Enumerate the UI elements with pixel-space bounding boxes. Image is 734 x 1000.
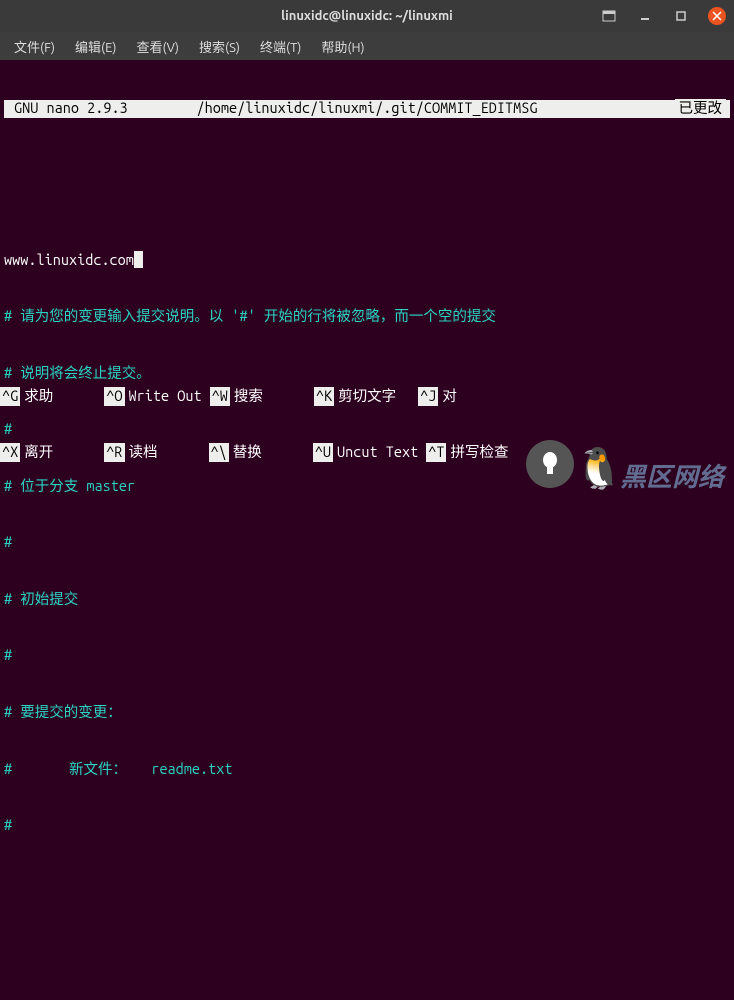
shortcut-key: ^U (313, 443, 333, 462)
editor-content[interactable]: www.linuxidc.com # 请为您的变更输入提交说明。以 '#' 开始… (4, 157, 730, 872)
nano-header-bar: GNU nano 2.9.3 /home/linuxidc/linuxmi/.g… (4, 100, 730, 118)
comment-line: # (4, 646, 730, 665)
comment-line: # 请为您的变更输入提交说明。以 '#' 开始的行将被忽略，而一个空的提交 (4, 307, 730, 326)
shortcut-key: ^X (0, 443, 20, 462)
shortcut-key: ^G (0, 387, 20, 406)
text-cursor (134, 251, 143, 268)
window-titlebar: linuxidc@linuxidc: ~/linuxmi (0, 0, 734, 32)
shortcut-label: 拼写检查 (450, 443, 522, 462)
minimize-button[interactable] (636, 7, 654, 25)
window-title: linuxidc@linuxidc: ~/linuxmi (281, 9, 453, 23)
menu-terminal[interactable]: 终端(T) (252, 35, 309, 58)
watermark-text: 黑区网络 (620, 457, 724, 494)
shortcut-label: 对 (442, 387, 514, 406)
menu-view[interactable]: 查看(V) (129, 35, 187, 58)
new-window-icon[interactable] (600, 7, 618, 25)
terminal-area[interactable]: GNU nano 2.9.3 /home/linuxidc/linuxmi/.g… (0, 60, 734, 500)
nano-filepath: /home/linuxidc/linuxmi/.git/COMMIT_EDITM… (196, 99, 537, 118)
comment-line: # 新文件： readme.txt (4, 760, 730, 779)
comment-line: # (4, 816, 730, 835)
shortcut-label: 读档 (129, 443, 201, 462)
penguin-icon: 🐧 (574, 445, 624, 492)
shortcut-key: ^R (104, 443, 124, 462)
menu-search[interactable]: 搜索(S) (191, 35, 248, 58)
comment-line: # 初始提交 (4, 590, 730, 609)
shortcut-key: ^\ (209, 443, 229, 462)
nano-version: GNU nano 2.9.3 (14, 99, 128, 118)
shortcut-label: 替换 (233, 443, 305, 462)
shortcut-label: 离开 (24, 443, 96, 462)
comment-line: # 要提交的变更： (4, 703, 730, 722)
commit-message-line: www.linuxidc.com (4, 251, 134, 268)
shortcut-key: ^K (314, 387, 334, 406)
menubar: 文件(F) 编辑(E) 查看(V) 搜索(S) 终端(T) 帮助(H) (0, 32, 734, 60)
shortcut-label: Uncut Text (337, 443, 418, 462)
comment-line: # (4, 533, 730, 552)
shortcut-label: 剪切文字 (338, 387, 410, 406)
shortcut-label: 求助 (24, 387, 96, 406)
window-controls (600, 7, 726, 25)
shortcut-label: Write Out (129, 387, 202, 406)
maximize-button[interactable] (672, 7, 690, 25)
menu-edit[interactable]: 编辑(E) (67, 35, 124, 58)
nano-modified: 已更改 (675, 99, 727, 118)
shortcut-key: ^T (426, 443, 446, 462)
shortcut-key: ^O (104, 387, 124, 406)
watermark-logo-icon (526, 440, 574, 488)
menu-help[interactable]: 帮助(H) (313, 35, 372, 58)
menu-file[interactable]: 文件(F) (6, 35, 63, 58)
shortcut-key: ^J (418, 387, 438, 406)
shortcut-label: 搜索 (234, 387, 306, 406)
close-button[interactable] (708, 7, 726, 25)
shortcut-key: ^W (210, 387, 230, 406)
